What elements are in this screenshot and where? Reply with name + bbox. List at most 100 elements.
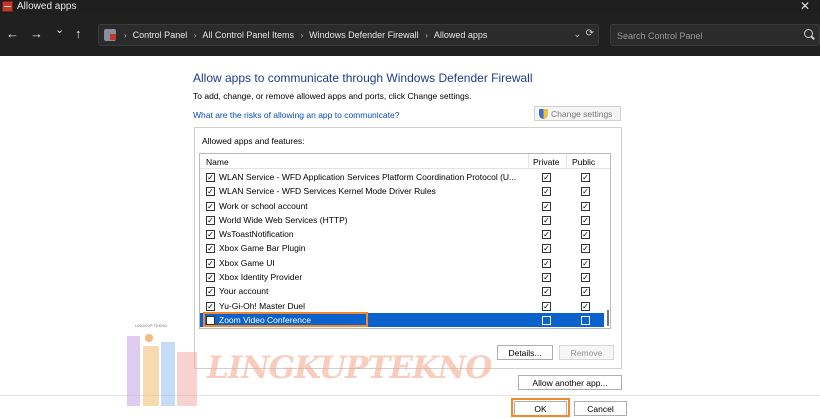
ok-highlight-box: [511, 398, 570, 417]
app-enabled-checkbox[interactable]: ✓: [206, 215, 215, 225]
private-checkbox[interactable]: ✓: [542, 258, 551, 268]
app-name: Xbox Identity Provider: [219, 272, 303, 283]
column-header-private[interactable]: Private: [533, 157, 559, 167]
public-checkbox[interactable]: ✓: [581, 173, 590, 182]
change-settings-button[interactable]: Change settings: [534, 106, 621, 121]
remove-button[interactable]: Remove: [559, 345, 614, 360]
public-checkbox[interactable]: [581, 315, 590, 325]
app-name: Work or school account: [219, 200, 308, 211]
watermark-text: LINGKUPTEKNO: [207, 350, 492, 386]
column-divider: [528, 154, 529, 169]
public-checkbox[interactable]: ✓: [581, 301, 590, 311]
app-name: Xbox Game Bar Plugin: [219, 243, 306, 254]
control-panel-icon: [104, 29, 116, 41]
app-name: WsToastNotification: [219, 229, 294, 240]
refresh-icon[interactable]: ⟳: [586, 28, 594, 39]
app-name: World Wide Web Services (HTTP): [219, 214, 348, 225]
public-checkbox[interactable]: ✓: [581, 244, 590, 254]
public-checkbox[interactable]: ✓: [581, 287, 590, 297]
app-enabled-checkbox[interactable]: ✓: [206, 301, 215, 311]
private-checkbox[interactable]: ✓: [542, 173, 551, 182]
public-checkbox[interactable]: ✓: [581, 201, 590, 211]
private-checkbox[interactable]: ✓: [542, 187, 551, 197]
search-box: [610, 24, 820, 46]
app-enabled-checkbox[interactable]: ✓: [206, 244, 215, 254]
private-checkbox[interactable]: ✓: [542, 273, 551, 283]
app-name: WLAN Service - WFD Services Kernel Mode …: [219, 186, 436, 197]
private-checkbox[interactable]: ✓: [542, 244, 551, 254]
private-checkbox[interactable]: ✓: [542, 201, 551, 211]
risks-link[interactable]: What are the risks of allowing an app to…: [193, 110, 399, 120]
instruction-text: To add, change, or remove allowed apps a…: [193, 91, 472, 101]
uac-shield-icon: [539, 109, 548, 119]
private-checkbox[interactable]: ✓: [542, 215, 551, 225]
page-title: Allow apps to communicate through Window…: [193, 71, 533, 85]
app-name: Xbox Game UI: [219, 257, 275, 268]
watermark-caption: LINGKUP TEKNO: [135, 323, 168, 328]
public-checkbox[interactable]: ✓: [581, 273, 590, 283]
public-checkbox[interactable]: ✓: [581, 187, 590, 197]
app-enabled-checkbox[interactable]: ✓: [206, 173, 215, 182]
breadcrumb-separator: ›: [124, 31, 127, 40]
search-input[interactable]: [617, 29, 797, 42]
app-enabled-checkbox[interactable]: ✓: [206, 230, 215, 240]
search-icon[interactable]: [804, 29, 813, 38]
app-enabled-checkbox[interactable]: ✓: [206, 287, 215, 297]
forward-arrow-icon[interactable]: →: [30, 27, 43, 41]
breadcrumb: › Control Panel › All Control Panel Items …: [120, 30, 487, 40]
allowed-apps-list[interactable]: Name Private Public ✓ WLAN Service - WFD …: [199, 153, 611, 329]
app-enabled-checkbox[interactable]: ✓: [206, 258, 215, 268]
breadcrumb-all-items[interactable]: All Control Panel Items: [202, 30, 294, 40]
firewall-app-icon: [2, 1, 13, 12]
close-icon[interactable]: ✕: [800, 0, 810, 13]
breadcrumb-allowed-apps[interactable]: Allowed apps: [434, 30, 488, 40]
app-enabled-checkbox[interactable]: ✓: [206, 201, 215, 211]
back-arrow-icon[interactable]: ←: [6, 27, 19, 41]
breadcrumb-firewall[interactable]: Windows Defender Firewall: [309, 30, 419, 40]
column-header-public[interactable]: Public: [572, 157, 595, 167]
address-field[interactable]: › Control Panel › All Control Panel Items …: [98, 24, 599, 46]
table-row[interactable]: ✓ Xbox Identity Provider ✓ ✓: [200, 270, 604, 284]
app-name: Yu-Gi-Oh! Master Duel: [219, 300, 305, 311]
up-arrow-icon[interactable]: ↑: [75, 27, 82, 41]
address-dropdown-icon[interactable]: ⌄: [573, 29, 581, 40]
app-enabled-checkbox[interactable]: ✓: [206, 273, 215, 283]
allow-another-app-button[interactable]: Allow another app...: [518, 375, 622, 390]
app-rows: ✓ WLAN Service - WFD Application Services…: [200, 170, 604, 328]
private-checkbox[interactable]: [542, 315, 551, 325]
private-checkbox[interactable]: ✓: [542, 287, 551, 297]
private-checkbox[interactable]: ✓: [542, 301, 551, 311]
scrollbar-thumb[interactable]: [607, 310, 609, 326]
table-row[interactable]: ✓ Work or school account ✓ ✓: [200, 199, 604, 213]
app-enabled-checkbox[interactable]: ✓: [206, 187, 215, 197]
table-row[interactable]: ✓ WLAN Service - WFD Application Services…: [200, 170, 604, 184]
footer-divider: [0, 395, 820, 396]
table-row[interactable]: ✓ WsToastNotification ✓ ✓: [200, 227, 604, 241]
cancel-button[interactable]: Cancel: [574, 401, 627, 416]
recent-locations-chevron-icon[interactable]: ⌄: [55, 23, 64, 37]
title-bar: Allowed apps ✕: [0, 0, 820, 14]
private-checkbox[interactable]: ✓: [542, 230, 551, 240]
table-row[interactable]: ✓ Yu-Gi-Oh! Master Duel ✓ ✓: [200, 299, 604, 313]
watermark-logo-icon: [127, 334, 197, 406]
watermark: LINGKUP TEKNO LINGKUPTEKNO: [127, 322, 492, 410]
public-checkbox[interactable]: ✓: [581, 215, 590, 225]
breadcrumb-separator: ›: [193, 31, 197, 40]
list-header: Name Private Public: [200, 154, 610, 169]
table-row[interactable]: ✓ World Wide Web Services (HTTP) ✓ ✓: [200, 213, 604, 227]
app-name: Your account: [219, 286, 269, 297]
table-row[interactable]: ✓ WLAN Service - WFD Services Kernel Mode…: [200, 184, 604, 198]
public-checkbox[interactable]: ✓: [581, 258, 590, 268]
public-checkbox[interactable]: ✓: [581, 230, 590, 240]
change-settings-label: Change settings: [551, 108, 613, 119]
details-button[interactable]: Details...: [497, 345, 553, 360]
breadcrumb-control-panel[interactable]: Control Panel: [133, 30, 188, 40]
breadcrumb-separator: ›: [425, 31, 428, 40]
table-row[interactable]: ✓ Xbox Game Bar Plugin ✓ ✓: [200, 241, 604, 255]
table-row[interactable]: ✓ Xbox Game UI ✓ ✓: [200, 256, 604, 270]
address-bar: ← → ⌄ ↑ › Control Panel › All Control Pane…: [0, 14, 820, 56]
table-row[interactable]: ✓ Your account ✓ ✓: [200, 284, 604, 298]
window-title: Allowed apps: [17, 1, 77, 12]
column-header-name[interactable]: Name: [206, 157, 229, 167]
list-scrollbar[interactable]: [605, 170, 610, 328]
